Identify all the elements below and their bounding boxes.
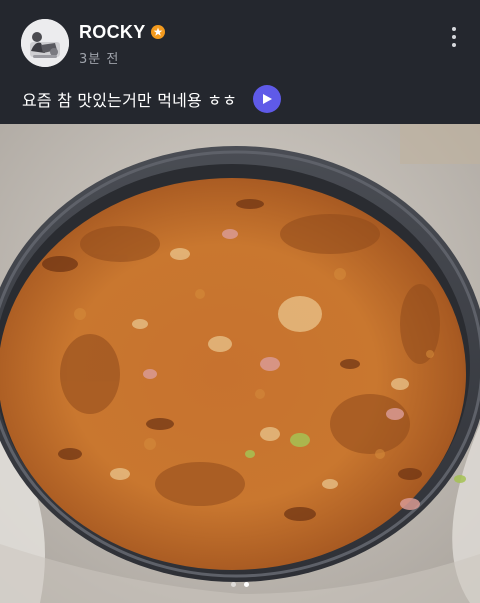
avatar[interactable] [21,19,69,67]
pancake-photo-illustration [0,124,480,603]
post-card: ROCKY 3분 전 요즘 참 맛있는거만 먹네용 ㅎㅎ [0,0,480,603]
carousel-dot-1[interactable] [231,582,236,587]
username-row: ROCKY [79,21,165,43]
play-icon [263,94,273,104]
caption-row: 요즘 참 맛있는거만 먹네용 ㅎㅎ [22,84,282,114]
avatar-image [21,19,69,67]
play-button[interactable] [253,85,282,113]
more-options-button[interactable] [442,25,466,49]
carousel-indicator [0,582,480,587]
verified-badge-icon [150,25,165,39]
more-vertical-icon [452,27,456,31]
carousel-dot-2[interactable] [244,582,249,587]
username[interactable]: ROCKY [79,22,146,43]
post-caption: 요즘 참 맛있는거만 먹네용 ㅎㅎ [22,91,238,110]
post-timestamp: 3분 전 [79,52,120,67]
post-header: ROCKY 3분 전 [0,0,480,75]
post-photo[interactable] [0,124,480,603]
